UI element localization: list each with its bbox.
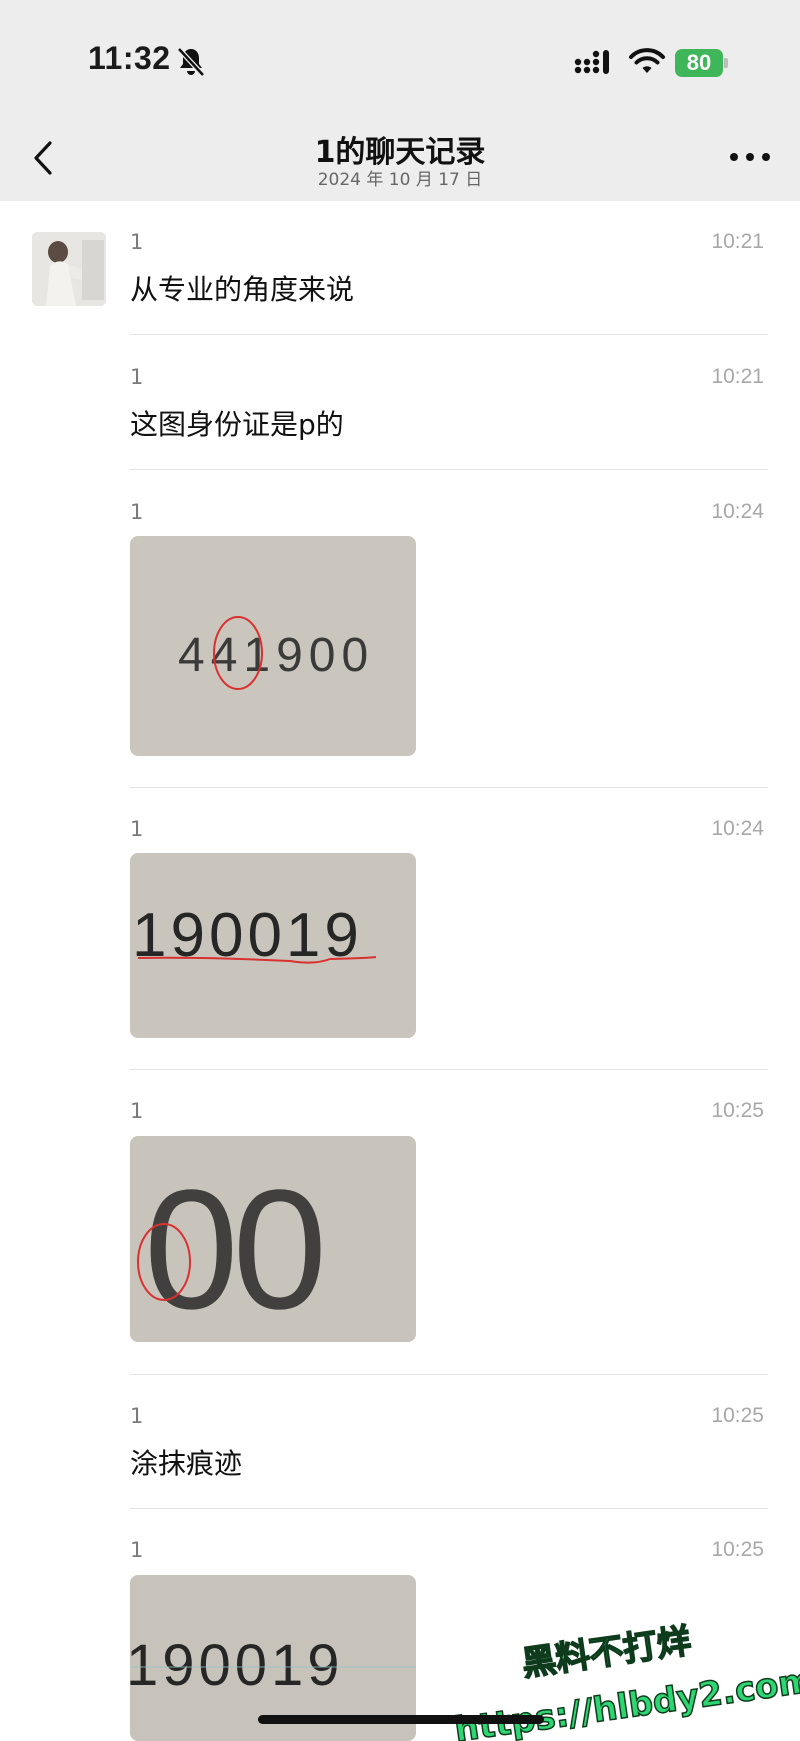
status-time: 11:32 bbox=[88, 40, 171, 76]
sender-name: 1 bbox=[130, 1538, 144, 1562]
message-time: 10:24 bbox=[711, 500, 764, 523]
divider bbox=[130, 1508, 768, 1509]
message-time: 10:25 bbox=[711, 1538, 764, 1561]
message-time: 10:21 bbox=[711, 365, 764, 388]
status-bar: 11:32 80 bbox=[0, 0, 800, 115]
message-image[interactable]: 190019 bbox=[130, 853, 416, 1038]
wifi-icon bbox=[629, 48, 665, 73]
message-image[interactable]: 441900 bbox=[130, 536, 416, 756]
bell-off-icon bbox=[177, 47, 205, 77]
page-subtitle: 2024 年 10 月 17 日 bbox=[317, 170, 483, 190]
message-text[interactable]: 涂抹痕迹 bbox=[130, 1442, 242, 1482]
image-text: 00 bbox=[144, 1155, 321, 1342]
watermark-line2: https://hlbdy2.com bbox=[452, 1660, 800, 1741]
divider bbox=[130, 1374, 768, 1375]
message-time: 10:21 bbox=[711, 230, 764, 253]
avatar-image bbox=[32, 232, 106, 306]
message-text[interactable]: 这图身份证是p的 bbox=[130, 403, 344, 443]
divider bbox=[130, 787, 768, 788]
home-indicator[interactable] bbox=[258, 1715, 544, 1724]
image-text: 441900 bbox=[178, 629, 374, 682]
image-text: 190019 bbox=[130, 1633, 344, 1698]
message-image[interactable]: 00 bbox=[130, 1136, 416, 1342]
sender-name: 1 bbox=[130, 230, 144, 254]
avatar[interactable] bbox=[32, 232, 106, 306]
nav-bar: 1的聊天记录 2024 年 10 月 17 日 bbox=[0, 115, 800, 201]
sender-name: 1 bbox=[130, 1404, 144, 1428]
sender-name: 1 bbox=[130, 1099, 144, 1123]
sender-name: 1 bbox=[130, 500, 144, 524]
message-time: 10:25 bbox=[711, 1099, 764, 1122]
divider bbox=[130, 469, 768, 470]
more-icon[interactable] bbox=[726, 145, 774, 169]
battery-icon: 80 bbox=[675, 49, 723, 77]
message-text[interactable]: 从专业的角度来说 bbox=[130, 268, 354, 308]
battery-cap bbox=[724, 58, 728, 68]
divider bbox=[130, 334, 768, 335]
message-time: 10:25 bbox=[711, 1404, 764, 1427]
signal-icon bbox=[574, 50, 609, 74]
sender-name: 1 bbox=[130, 817, 144, 841]
sender-name: 1 bbox=[130, 365, 144, 389]
message-time: 10:24 bbox=[711, 817, 764, 840]
battery-level: 80 bbox=[686, 50, 712, 75]
watermark-line1: 黑料不打烊 bbox=[520, 1621, 694, 1684]
divider bbox=[130, 1069, 768, 1070]
